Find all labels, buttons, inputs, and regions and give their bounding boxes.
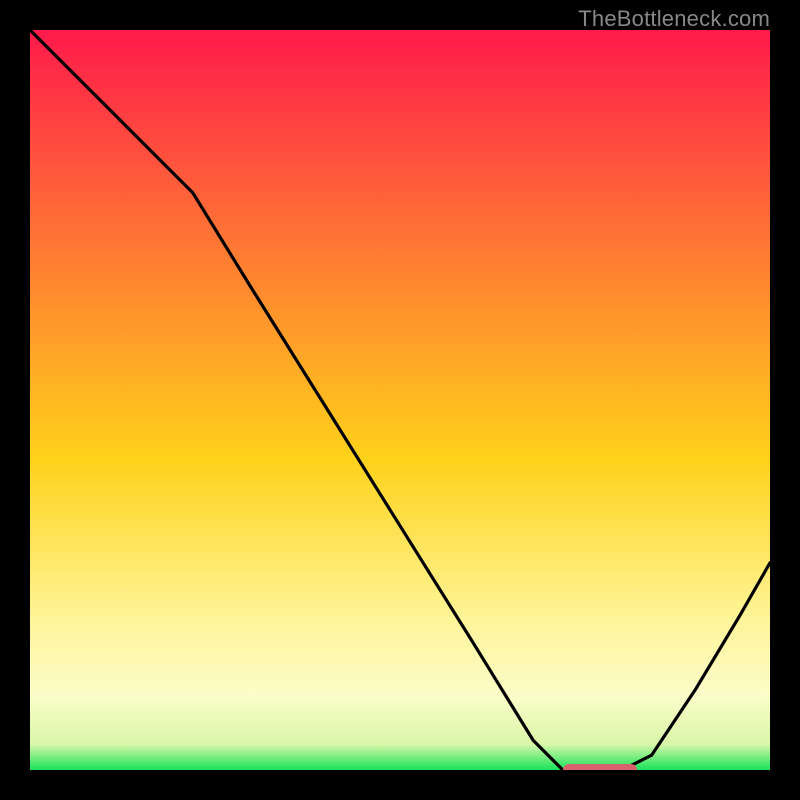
chart-frame: TheBottleneck.com <box>0 0 800 800</box>
plot-area <box>30 30 770 770</box>
bottleneck-curve <box>30 30 770 770</box>
optimum-marker <box>563 764 637 770</box>
watermark-text: TheBottleneck.com <box>578 6 770 32</box>
